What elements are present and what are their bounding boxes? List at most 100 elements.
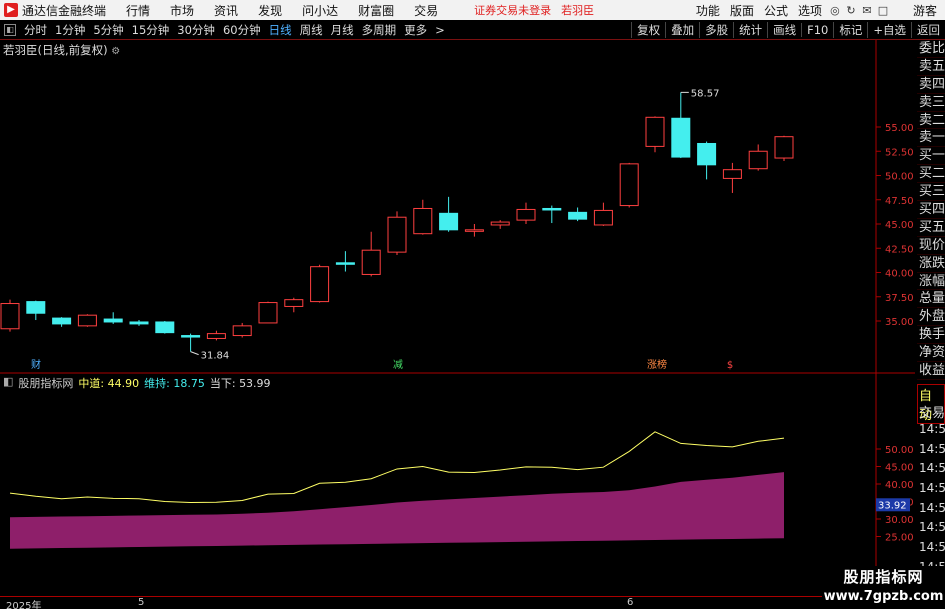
- menu-ask[interactable]: 问小达: [292, 2, 348, 19]
- indicator-axis: 50.0045.0040.0035.0030.0025.0033.92: [876, 445, 914, 544]
- menu-news[interactable]: 资讯: [204, 2, 248, 19]
- stock-name-top: 若羽臣: [561, 4, 595, 17]
- candle-body: [645, 116, 665, 147]
- menu-bar: ▶ 通达信金融终端 行情 市场 资讯 发现 问小达 财富圈 交易 证券交易未登录…: [0, 0, 945, 20]
- candles: [0, 92, 794, 352]
- period-5min[interactable]: 5分钟: [89, 22, 127, 38]
- tool-overlay[interactable]: 叠加: [665, 22, 699, 38]
- candle-body: [413, 207, 433, 235]
- candle-body: [258, 302, 278, 324]
- candle-body: [774, 136, 794, 159]
- indicator-tick-label: 40.00: [885, 480, 914, 491]
- high-mark-label: 58.57: [691, 88, 720, 99]
- menu-trade[interactable]: 交易: [404, 2, 448, 19]
- indicator-tick-label: 30.00: [885, 515, 914, 526]
- guest-user[interactable]: 游客: [891, 2, 945, 19]
- period-15min[interactable]: 15分钟: [128, 22, 174, 38]
- refresh-icon[interactable]: ↻: [843, 4, 859, 17]
- sidepanel-item: 现价: [917, 237, 945, 255]
- login-warning[interactable]: 证券交易未登录: [474, 2, 551, 18]
- sidepanel-item: 买一: [917, 148, 945, 166]
- time-cell: 14:56: [919, 441, 945, 456]
- period-more[interactable]: 更多: [400, 22, 431, 38]
- headset-icon[interactable]: ◎: [827, 4, 843, 17]
- period-timeshare[interactable]: 分时: [20, 22, 51, 38]
- legend-hold-value: 18.75: [173, 377, 205, 390]
- candle-body: [593, 209, 613, 226]
- quote-sidepanel: 委比 卖五 卖四 卖三 卖二 卖一 买一 买二 买三 买四 买五 现价 涨跌 涨幅 总量 外盘 换手 净资 收益: [917, 40, 945, 380]
- watermark-title: 股朋指标网: [843, 568, 924, 586]
- tool-add-watch[interactable]: +自选: [867, 22, 911, 38]
- sidepanel-item: 买五: [917, 219, 945, 237]
- collapse-indicator-icon[interactable]: ◧: [3, 375, 13, 391]
- indicator-fill-area: [10, 472, 784, 549]
- candle-body: [542, 207, 562, 211]
- collapse-icon[interactable]: ◧: [4, 23, 16, 36]
- indicator-plot: [9, 431, 785, 549]
- tool-stats[interactable]: 统计: [733, 22, 767, 38]
- trade-label[interactable]: 交易: [917, 402, 945, 421]
- period-60min[interactable]: 60分钟: [219, 22, 265, 38]
- price-tick-label: 35.00: [885, 317, 914, 328]
- candle-body: [181, 335, 201, 338]
- period-1min[interactable]: 1分钟: [51, 22, 89, 38]
- date-axis: 2025年 5 6: [0, 596, 915, 609]
- menu-wealth[interactable]: 财富圈: [348, 2, 404, 19]
- period-30min[interactable]: 30分钟: [173, 22, 219, 38]
- chevron-right-icon[interactable]: >: [431, 23, 449, 37]
- menu-function[interactable]: 功能: [691, 2, 725, 19]
- event-tag: $: [727, 360, 733, 371]
- period-monthly[interactable]: 月线: [327, 22, 358, 38]
- sidepanel-item: 换手: [917, 327, 945, 345]
- sidepanel-item: 卖一: [917, 130, 945, 148]
- candle-body: [490, 221, 510, 226]
- candle-body: [284, 299, 304, 307]
- price-tick-label: 50.00: [885, 172, 914, 183]
- event-tag: 减: [393, 359, 403, 371]
- tool-back[interactable]: 返回: [911, 22, 945, 38]
- period-daily[interactable]: 日线: [265, 22, 296, 38]
- app-logo-icon: ▶: [4, 3, 18, 17]
- period-weekly[interactable]: 周线: [296, 22, 327, 38]
- mail-icon[interactable]: ✉: [859, 4, 875, 17]
- candle-body: [335, 262, 355, 265]
- tool-adjust[interactable]: 复权: [631, 22, 665, 38]
- toolbar: 复权 叠加 多股 统计 画线 F10 标记 +自选 返回: [631, 20, 945, 40]
- tool-multi-stock[interactable]: 多股: [699, 22, 733, 38]
- time-cell: 14:56: [919, 481, 945, 496]
- tool-f10[interactable]: F10: [801, 23, 833, 37]
- square-icon[interactable]: □: [875, 4, 891, 17]
- candle-body: [103, 318, 123, 323]
- kline-chart[interactable]: 55.00 52.50 50.00 47.50 45.00 42.50 40.00 37.50…: [0, 40, 915, 595]
- sidepanel-item: 净资: [917, 345, 945, 363]
- candle-body: [232, 325, 252, 337]
- menu-market[interactable]: 行情: [116, 2, 160, 19]
- legend-now: 当下: 53.99: [210, 375, 271, 391]
- candle-body: [619, 163, 639, 207]
- candle-body: [0, 303, 20, 330]
- date-label-year: 2025年: [6, 601, 42, 609]
- tool-mark[interactable]: 标记: [833, 22, 867, 38]
- sidepanel-item: 卖二: [917, 112, 945, 130]
- period-multi[interactable]: 多周期: [358, 22, 401, 38]
- price-axis: 55.00 52.50 50.00 47.50 45.00 42.50 40.00 37.50…: [876, 123, 914, 328]
- time-column: 14:5614:5614:5614:5614:5614:5614:5614:56: [917, 420, 945, 578]
- indicator-tick-label: 45.00: [885, 463, 914, 474]
- price-tick-label: 42.50: [885, 244, 914, 255]
- menu-discover[interactable]: 发现: [248, 2, 292, 19]
- menu-formula[interactable]: 公式: [759, 2, 793, 19]
- indicator-tick-label: 50.00: [885, 445, 914, 456]
- sidepanel-item: 卖五: [917, 58, 945, 76]
- sidepanel-item: 买二: [917, 166, 945, 184]
- markers: 58.57 31.84 财 减 涨榜 $: [31, 88, 733, 371]
- event-tag: 涨榜: [647, 358, 667, 371]
- menu-options[interactable]: 选项: [793, 2, 827, 19]
- tool-draw[interactable]: 画线: [767, 22, 801, 38]
- candle-body: [516, 208, 536, 221]
- settings-icon[interactable]: ⚙: [111, 46, 120, 57]
- indicator-name[interactable]: 股朋指标网: [18, 375, 73, 391]
- menu-layout[interactable]: 版面: [725, 2, 759, 19]
- legend-hold-label: 维持:: [144, 377, 170, 390]
- menu-markets[interactable]: 市场: [160, 2, 204, 19]
- candle-body: [155, 321, 175, 334]
